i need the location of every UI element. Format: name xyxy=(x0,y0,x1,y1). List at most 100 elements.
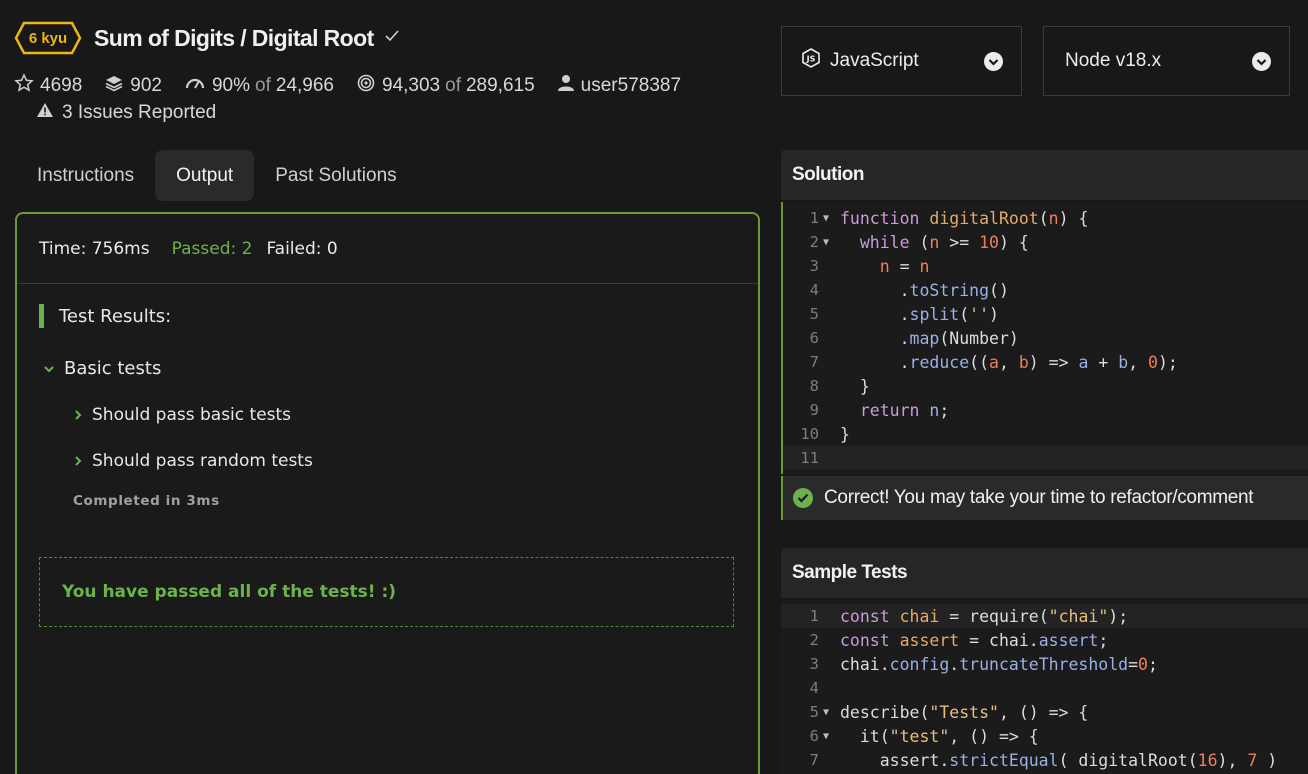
satisfaction-percent: 90% xyxy=(211,75,251,96)
tab-instructions[interactable]: Instructions xyxy=(16,150,155,201)
solution-editor[interactable]: 1 ▼ function digitalRoot(n) { 2 ▼ while (n … xyxy=(781,202,1308,474)
satisfaction-of: of xyxy=(255,75,271,96)
results-heading-label: Test Results: xyxy=(59,305,172,327)
check-circle-icon xyxy=(793,488,813,508)
code-line[interactable]: 5 ▼ describe("Tests", () => { xyxy=(781,700,1308,724)
code-line[interactable]: 1 ▼ function digitalRoot(n) { xyxy=(783,206,1308,230)
fold-arrow-icon[interactable]: ▼ xyxy=(819,237,833,248)
layers-icon xyxy=(104,73,130,99)
test-item-label: Should pass random tests xyxy=(92,451,313,471)
line-number: 2 xyxy=(809,233,819,251)
runtime-value: Node v18.x xyxy=(1065,50,1162,71)
javascript-icon: JS xyxy=(802,48,820,74)
collections-stat[interactable]: 902 xyxy=(104,73,162,99)
stats-row: 4698 902 90% of 24,966 94,303 of 289,615 xyxy=(14,72,703,100)
test-item[interactable]: Should pass basic tests xyxy=(73,405,758,425)
line-number: 6 xyxy=(809,727,819,745)
output-panel: Time: 756ms Passed: 2 Failed: 0 Test Res… xyxy=(15,212,760,774)
code-line[interactable]: 1 const chai = require("chai"); xyxy=(781,604,1308,628)
test-summary: Time: 756ms Passed: 2 Failed: 0 xyxy=(17,214,758,284)
rank-label: 6 kyu xyxy=(28,29,68,47)
test-results: Test Results: Basic tests Should pass ba… xyxy=(17,284,758,627)
test-item-label: Should pass basic tests xyxy=(92,405,292,425)
code-line[interactable]: 9 return n; xyxy=(783,398,1308,422)
issues-label: 3 Issues Reported xyxy=(62,102,217,123)
chevron-right-icon xyxy=(73,409,83,421)
output-tabs: Instructions Output Past Solutions xyxy=(16,150,418,201)
kata-title[interactable]: Sum of Digits / Digital Root xyxy=(94,25,374,52)
svg-text:JS: JS xyxy=(806,55,816,64)
code-line[interactable]: 2 const assert = chai.assert; xyxy=(781,628,1308,652)
chevron-down-icon xyxy=(984,52,1003,71)
code-line[interactable]: 3 n = n xyxy=(783,254,1308,278)
gauge-icon xyxy=(184,73,212,99)
chevron-down-icon xyxy=(1252,52,1271,71)
line-number: 8 xyxy=(809,377,819,395)
code-line[interactable]: 5 .split('') xyxy=(783,302,1308,326)
issues-link[interactable]: 3 Issues Reported xyxy=(36,102,703,124)
chevron-right-icon xyxy=(73,455,83,467)
checkmark-icon xyxy=(384,29,400,48)
results-heading: Test Results: xyxy=(39,304,758,328)
runtime-select[interactable]: Node v18.x xyxy=(1043,26,1290,96)
code-line[interactable]: 10} xyxy=(783,422,1308,446)
correct-message: Correct! You may take your time to refac… xyxy=(824,487,1254,508)
code-line[interactable]: 6 ▼ it("test", () => { xyxy=(781,724,1308,748)
line-number: 5 xyxy=(809,305,819,323)
fold-arrow-icon[interactable]: ▼ xyxy=(819,707,833,718)
tab-output[interactable]: Output xyxy=(155,150,255,201)
star-icon xyxy=(14,73,40,99)
passed-count: Passed: 2 xyxy=(171,238,253,259)
line-number: 5 xyxy=(809,703,819,721)
completed-of: of xyxy=(445,75,461,96)
success-message: You have passed all of the tests! :) xyxy=(39,557,734,627)
fold-arrow-icon[interactable]: ▼ xyxy=(819,731,833,742)
line-number: 6 xyxy=(809,329,819,347)
language-value: JavaScript xyxy=(830,50,919,71)
author-name[interactable]: user578387 xyxy=(581,75,681,97)
correct-banner: Correct! You may take your time to refac… xyxy=(781,476,1308,520)
stars-stat[interactable]: 4698 xyxy=(14,73,82,99)
line-number: 4 xyxy=(809,281,819,299)
sample-tests-editor[interactable]: 1 const chai = require("chai"); 2 const as… xyxy=(781,600,1308,774)
line-number: 3 xyxy=(809,257,819,275)
code-line[interactable]: 7 assert.strictEqual( digitalRoot(16), 7… xyxy=(781,748,1308,772)
kata-header: 6 kyu Sum of Digits / Digital Root 4698 … xyxy=(14,20,703,124)
code-line[interactable]: 7 .reduce((a, b) => a + b, 0); xyxy=(783,350,1308,374)
code-line[interactable]: 4 xyxy=(781,676,1308,700)
code-line[interactable]: 4 .toString() xyxy=(783,278,1308,302)
sample-tests-heading: Sample Tests xyxy=(781,548,1308,598)
fold-arrow-icon[interactable]: ▼ xyxy=(819,213,833,224)
code-line[interactable]: 8 } xyxy=(783,374,1308,398)
author-stat[interactable]: user578387 xyxy=(557,73,681,99)
line-number: 4 xyxy=(809,679,819,697)
chevron-down-icon xyxy=(43,364,55,374)
collections-count: 902 xyxy=(130,75,162,96)
run-time: Time: 756ms xyxy=(39,238,150,259)
satisfaction-stat: 90% of 24,966 xyxy=(184,73,334,99)
code-line[interactable]: 3 chai.config.truncateThreshold=0; xyxy=(781,652,1308,676)
test-group-basic[interactable]: Basic tests xyxy=(43,358,758,379)
line-number: 3 xyxy=(809,655,819,673)
votes-count: 24,966 xyxy=(275,75,334,96)
user-icon xyxy=(557,73,581,99)
line-number: 2 xyxy=(809,631,819,649)
language-select[interactable]: JS JavaScript xyxy=(781,26,1022,96)
title-row: 6 kyu Sum of Digits / Digital Root xyxy=(14,20,703,56)
test-group-label: Basic tests xyxy=(64,358,162,379)
warning-icon xyxy=(36,102,62,124)
attempts-count: 289,615 xyxy=(465,75,535,96)
stars-count: 4698 xyxy=(40,75,83,96)
solution-heading: Solution xyxy=(781,150,1308,200)
test-item[interactable]: Should pass random tests xyxy=(73,451,758,471)
line-number: 7 xyxy=(809,353,819,371)
target-icon xyxy=(356,73,382,99)
code-line[interactable]: 6 .map(Number) xyxy=(783,326,1308,350)
results-accent-bar xyxy=(39,304,44,328)
tab-past-solutions[interactable]: Past Solutions xyxy=(254,150,417,201)
code-line[interactable]: 11 xyxy=(783,446,1308,470)
line-number: 1 xyxy=(809,209,819,227)
failed-count: Failed: 0 xyxy=(266,238,338,259)
rank-badge[interactable]: 6 kyu xyxy=(14,21,82,55)
code-line[interactable]: 2 ▼ while (n >= 10) { xyxy=(783,230,1308,254)
